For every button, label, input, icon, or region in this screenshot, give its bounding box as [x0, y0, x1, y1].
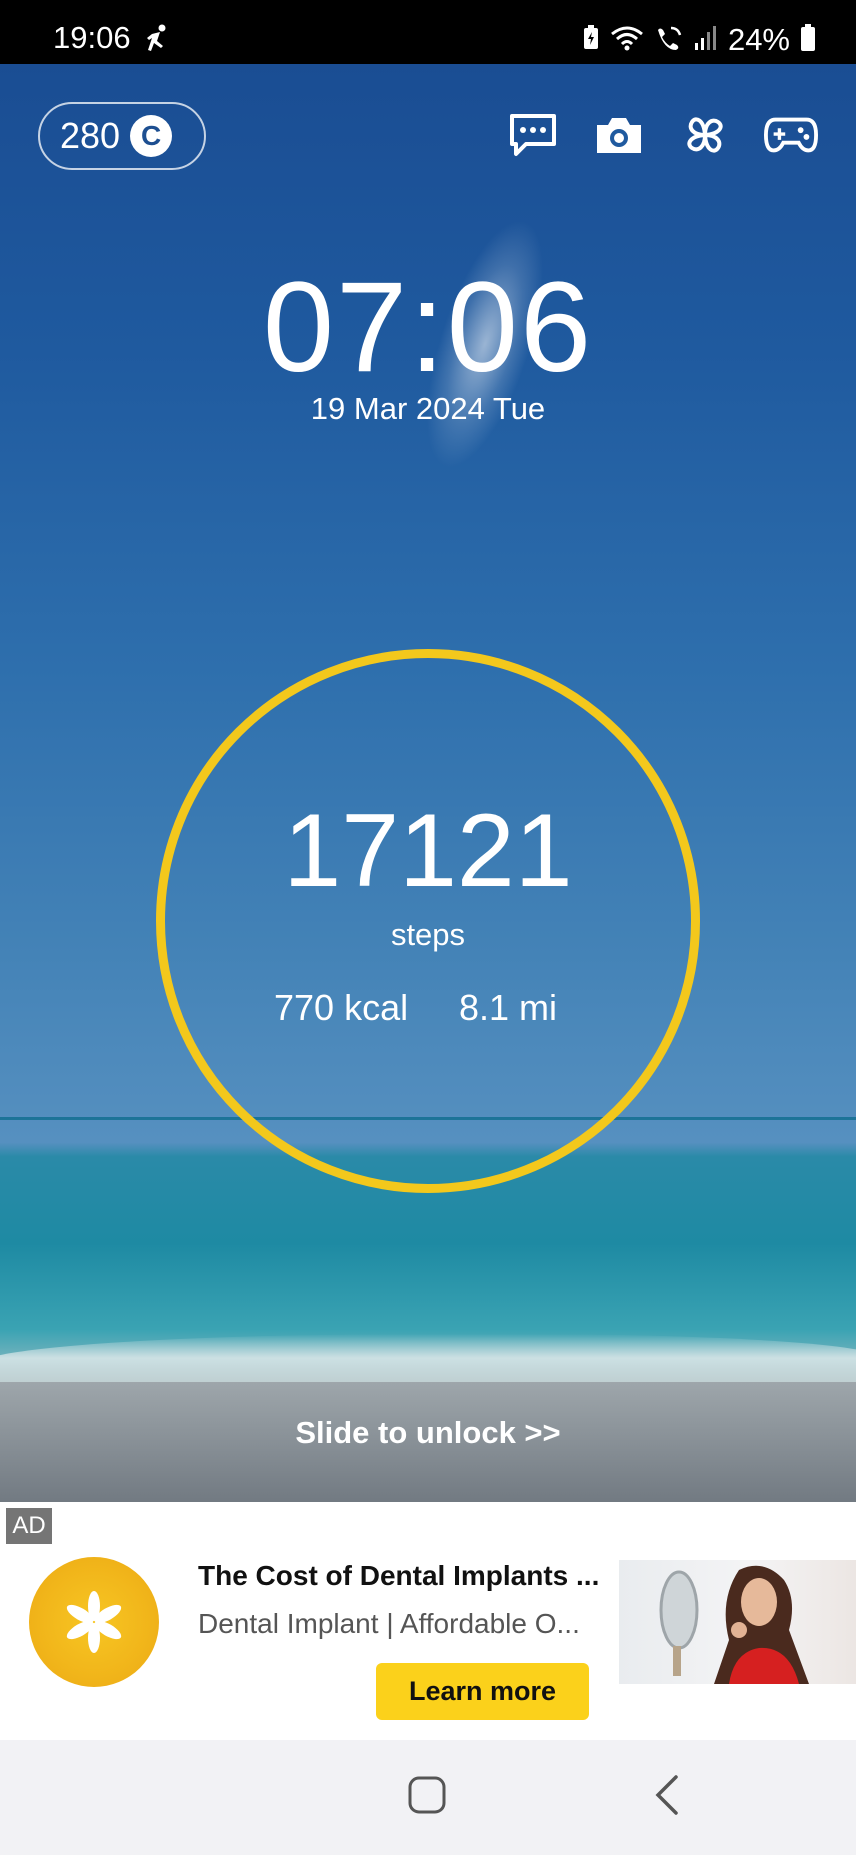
wifi-icon: [610, 24, 644, 57]
calories-value: 770 kcal: [274, 987, 409, 1028]
ad-label: AD: [6, 1508, 52, 1544]
ad-title[interactable]: The Cost of Dental Implants ...: [198, 1560, 598, 1592]
back-chevron-icon[interactable]: [652, 1773, 682, 1822]
camera-icon[interactable]: [592, 108, 646, 162]
coins-badge[interactable]: 280 C: [38, 102, 206, 170]
battery-saver-icon: [582, 24, 600, 56]
slide-to-unlock[interactable]: Slide to unlock >>: [0, 1415, 856, 1451]
steps-count: 17121: [283, 793, 573, 909]
battery-percent: 24%: [727, 22, 790, 57]
signal-icon: [694, 25, 718, 56]
learn-more-button[interactable]: Learn more: [376, 1663, 589, 1720]
distance-value: 8.1 mi: [459, 987, 558, 1028]
chat-icon[interactable]: [506, 108, 560, 162]
home-square-icon[interactable]: [407, 1775, 447, 1820]
battery-icon: [800, 23, 816, 57]
status-bar: 19:06 24%: [0, 0, 856, 64]
status-time: 19:06: [53, 20, 131, 55]
ad-flower-logo[interactable]: [29, 1557, 159, 1687]
ad-subtitle[interactable]: Dental Implant | Affordable O...: [198, 1608, 598, 1640]
lock-screen-background: 280 C 07:06 19 Mar 2024 Tue 17121 steps …: [0, 64, 856, 1502]
navigation-bar: [0, 1740, 856, 1855]
gamepad-icon[interactable]: [764, 108, 818, 162]
steps-label: steps: [390, 917, 466, 952]
top-action-icons: [506, 108, 818, 162]
coins-value: 280: [60, 115, 121, 156]
wifi-calling-icon: [654, 24, 684, 57]
lock-clock: 07:06: [262, 256, 594, 399]
coin-icon: C: [130, 115, 173, 157]
clover-icon[interactable]: [678, 108, 732, 162]
ad-banner[interactable]: AD The Cost of Dental Implants ... Denta…: [0, 1502, 856, 1740]
runner-icon: [143, 24, 171, 59]
ad-photo[interactable]: [619, 1560, 856, 1684]
lock-date: 19 Mar 2024 Tue: [310, 391, 546, 426]
